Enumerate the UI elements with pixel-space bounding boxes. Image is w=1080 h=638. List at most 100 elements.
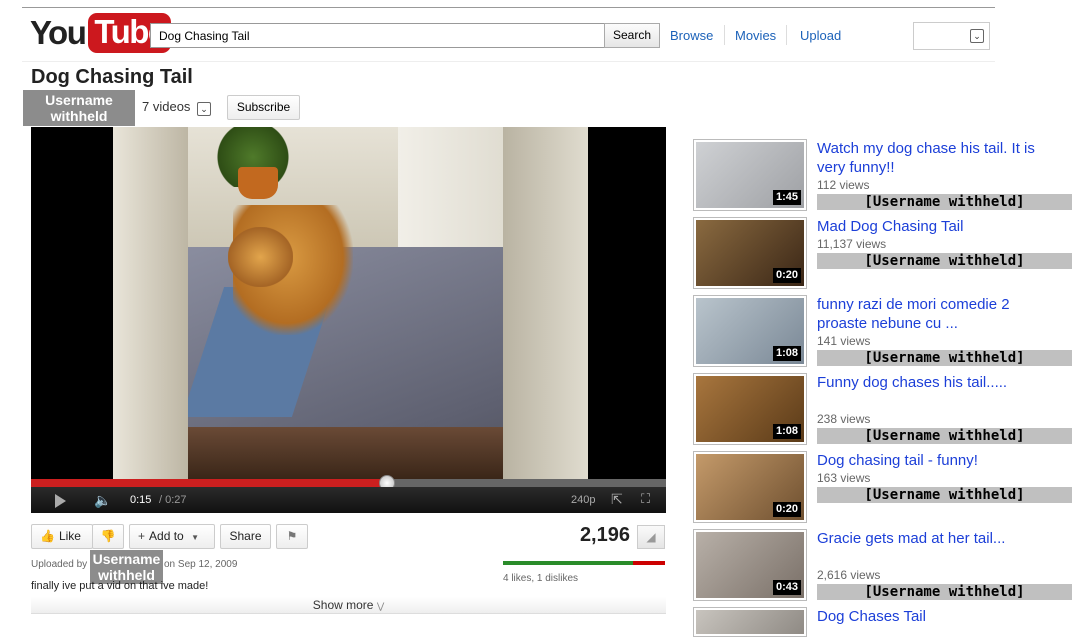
quality-selector[interactable]: 240p [571,494,595,506]
related-view-count: 163 views [817,471,871,485]
popout-icon[interactable]: ⇱ [611,491,623,508]
related-thumbnail-image [696,610,804,634]
related-thumbnail-image: 1:08 [696,376,804,442]
dislike-button[interactable]: 👎 [92,524,124,549]
chevron-down-icon: ⌄ [197,102,212,116]
related-thumbnail-image: 0:43 [696,532,804,598]
related-video-title[interactable]: Gracie gets mad at her tail... [817,529,1047,548]
video-frame[interactable] [113,127,588,479]
related-thumbnail-image: 1:08 [696,298,804,364]
related-video-item[interactable]: 0:20 Mad Dog Chasing Tail 11,137 views [Use… [693,217,1073,289]
volume-icon[interactable]: 🔈 [94,492,111,508]
scene-door-left [113,127,188,479]
like-button[interactable]: 👍 Like [31,524,93,549]
scene-dog-head [228,227,293,287]
related-video-title[interactable]: Mad Dog Chasing Tail [817,217,1047,236]
add-to-label: Add to [149,529,184,543]
video-duration: 0:20 [772,502,801,517]
related-video-title[interactable]: Dog Chases Tail [817,607,1047,626]
nav-divider [724,25,725,45]
related-view-count: 11,137 views [817,237,887,251]
like-dislike-bar [503,561,665,565]
video-player[interactable]: 🔈 0:15 / 0:27 240p ⇱ ⛶ [31,127,666,513]
video-description: finally ive put a vid on that ive made! [31,580,209,592]
related-thumbnail[interactable] [693,607,807,637]
related-video-item[interactable]: 1:08 Funny dog chases his tail..... 238 vi… [693,373,1073,445]
fullscreen-icon[interactable]: ⛶ [641,491,650,507]
stats-chart-icon: ◢ [646,530,656,544]
like-ratio-fill [503,561,633,565]
show-more-button[interactable]: Show more ⋁ [31,597,666,614]
search-button[interactable]: Search [604,23,660,48]
account-dropdown[interactable]: ⌄ [913,22,990,50]
play-icon[interactable] [55,494,66,508]
video-title: Dog Chasing Tail [31,66,193,88]
related-view-count: 141 views [817,334,871,348]
related-thumbnail[interactable]: 1:45 [693,139,807,211]
related-thumbnail[interactable]: 0:43 [693,529,807,601]
related-video-title[interactable]: Watch my dog chase his tail. It is very … [817,139,1047,177]
related-video-item[interactable]: 1:45 Watch my dog chase his tail. It is v… [693,139,1073,211]
related-thumbnail[interactable]: 0:20 [693,217,807,289]
stats-button[interactable]: ◢ [637,525,665,549]
uploaded-by-label: Uploaded by [31,559,88,570]
related-video-item[interactable]: 0:43 Gracie gets mad at her tail... 2,616 … [693,529,1073,601]
scene-door-right [503,127,588,479]
progress-bar[interactable] [31,475,666,491]
chevron-down-icon: ⋁ [376,601,385,611]
related-video-title[interactable]: Dog chasing tail - funny! [817,451,1047,470]
flag-button[interactable]: ⚑ [276,524,308,549]
plus-icon: + [138,529,146,543]
related-thumbnail[interactable]: 0:20 [693,451,807,523]
player-controls: 🔈 0:15 / 0:27 240p ⇱ ⛶ [31,487,666,513]
related-video-title[interactable]: funny razi de mori comedie 2 proaste neb… [817,295,1047,333]
search-input[interactable]: Dog Chasing Tail [150,23,605,48]
thumbs-down-icon: 👎 [100,529,116,543]
related-uploader-redacted: [Username withheld] [817,487,1072,503]
related-uploader-redacted: [Username withheld] [817,194,1072,210]
current-time: 0:15 [130,494,152,506]
channel-name-redacted[interactable]: Username withheld [23,90,135,126]
related-uploader-redacted: [Username withheld] [817,584,1072,600]
progress-played [31,479,387,487]
likes-summary: 4 likes, 1 dislikes [503,573,579,584]
related-thumbnail-image: 0:20 [696,220,804,286]
top-divider [22,7,995,8]
add-to-button[interactable]: + Add to ▼ [129,524,215,549]
like-label: Like [58,529,81,543]
video-duration: 1:45 [772,190,801,205]
related-uploader-redacted: [Username withheld] [817,428,1072,444]
related-video-item[interactable]: Dog Chases Tail [693,607,1073,637]
related-thumbnail-image: 1:45 [696,142,804,208]
channel-videos-dropdown[interactable]: 7 videos ⌄ [142,99,212,116]
show-more-label: Show more [312,598,374,612]
related-thumbnail[interactable]: 1:08 [693,295,807,367]
related-video-item[interactable]: 1:08 funny razi de mori comedie 2 proaste… [693,295,1073,367]
related-thumbnail[interactable]: 1:08 [693,373,807,445]
uploader-name-redacted[interactable]: Username withheld [90,550,163,584]
nav-divider [786,25,787,45]
nav-browse[interactable]: Browse [670,28,713,43]
total-time: / 0:27 [159,494,187,506]
progress-buffered [386,479,666,487]
logo-you-text: You [30,14,87,51]
related-uploader-redacted: [Username withheld] [817,350,1072,366]
share-button[interactable]: Share [220,524,271,549]
related-view-count: 238 views [817,412,871,426]
thumbs-up-icon: 👍 [40,529,55,543]
flag-icon: ⚑ [286,529,298,543]
nav-movies[interactable]: Movies [735,28,776,43]
related-view-count: 112 views [817,178,870,192]
related-video-title[interactable]: Funny dog chases his tail..... [817,373,1047,392]
caret-down-icon: ▼ [191,533,199,542]
video-duration: 0:20 [772,268,801,283]
subscribe-button[interactable]: Subscribe [227,95,300,120]
videos-count-label: 7 videos [142,99,191,114]
nav-upload[interactable]: Upload [800,28,841,43]
video-duration: 1:08 [772,424,801,439]
video-duration: 0:43 [772,580,801,595]
related-view-count: 2,616 views [817,568,881,582]
header-divider [22,61,995,62]
upload-date: on Sep 12, 2009 [164,559,238,570]
related-video-item[interactable]: 0:20 Dog chasing tail - funny! 163 views [U… [693,451,1073,523]
